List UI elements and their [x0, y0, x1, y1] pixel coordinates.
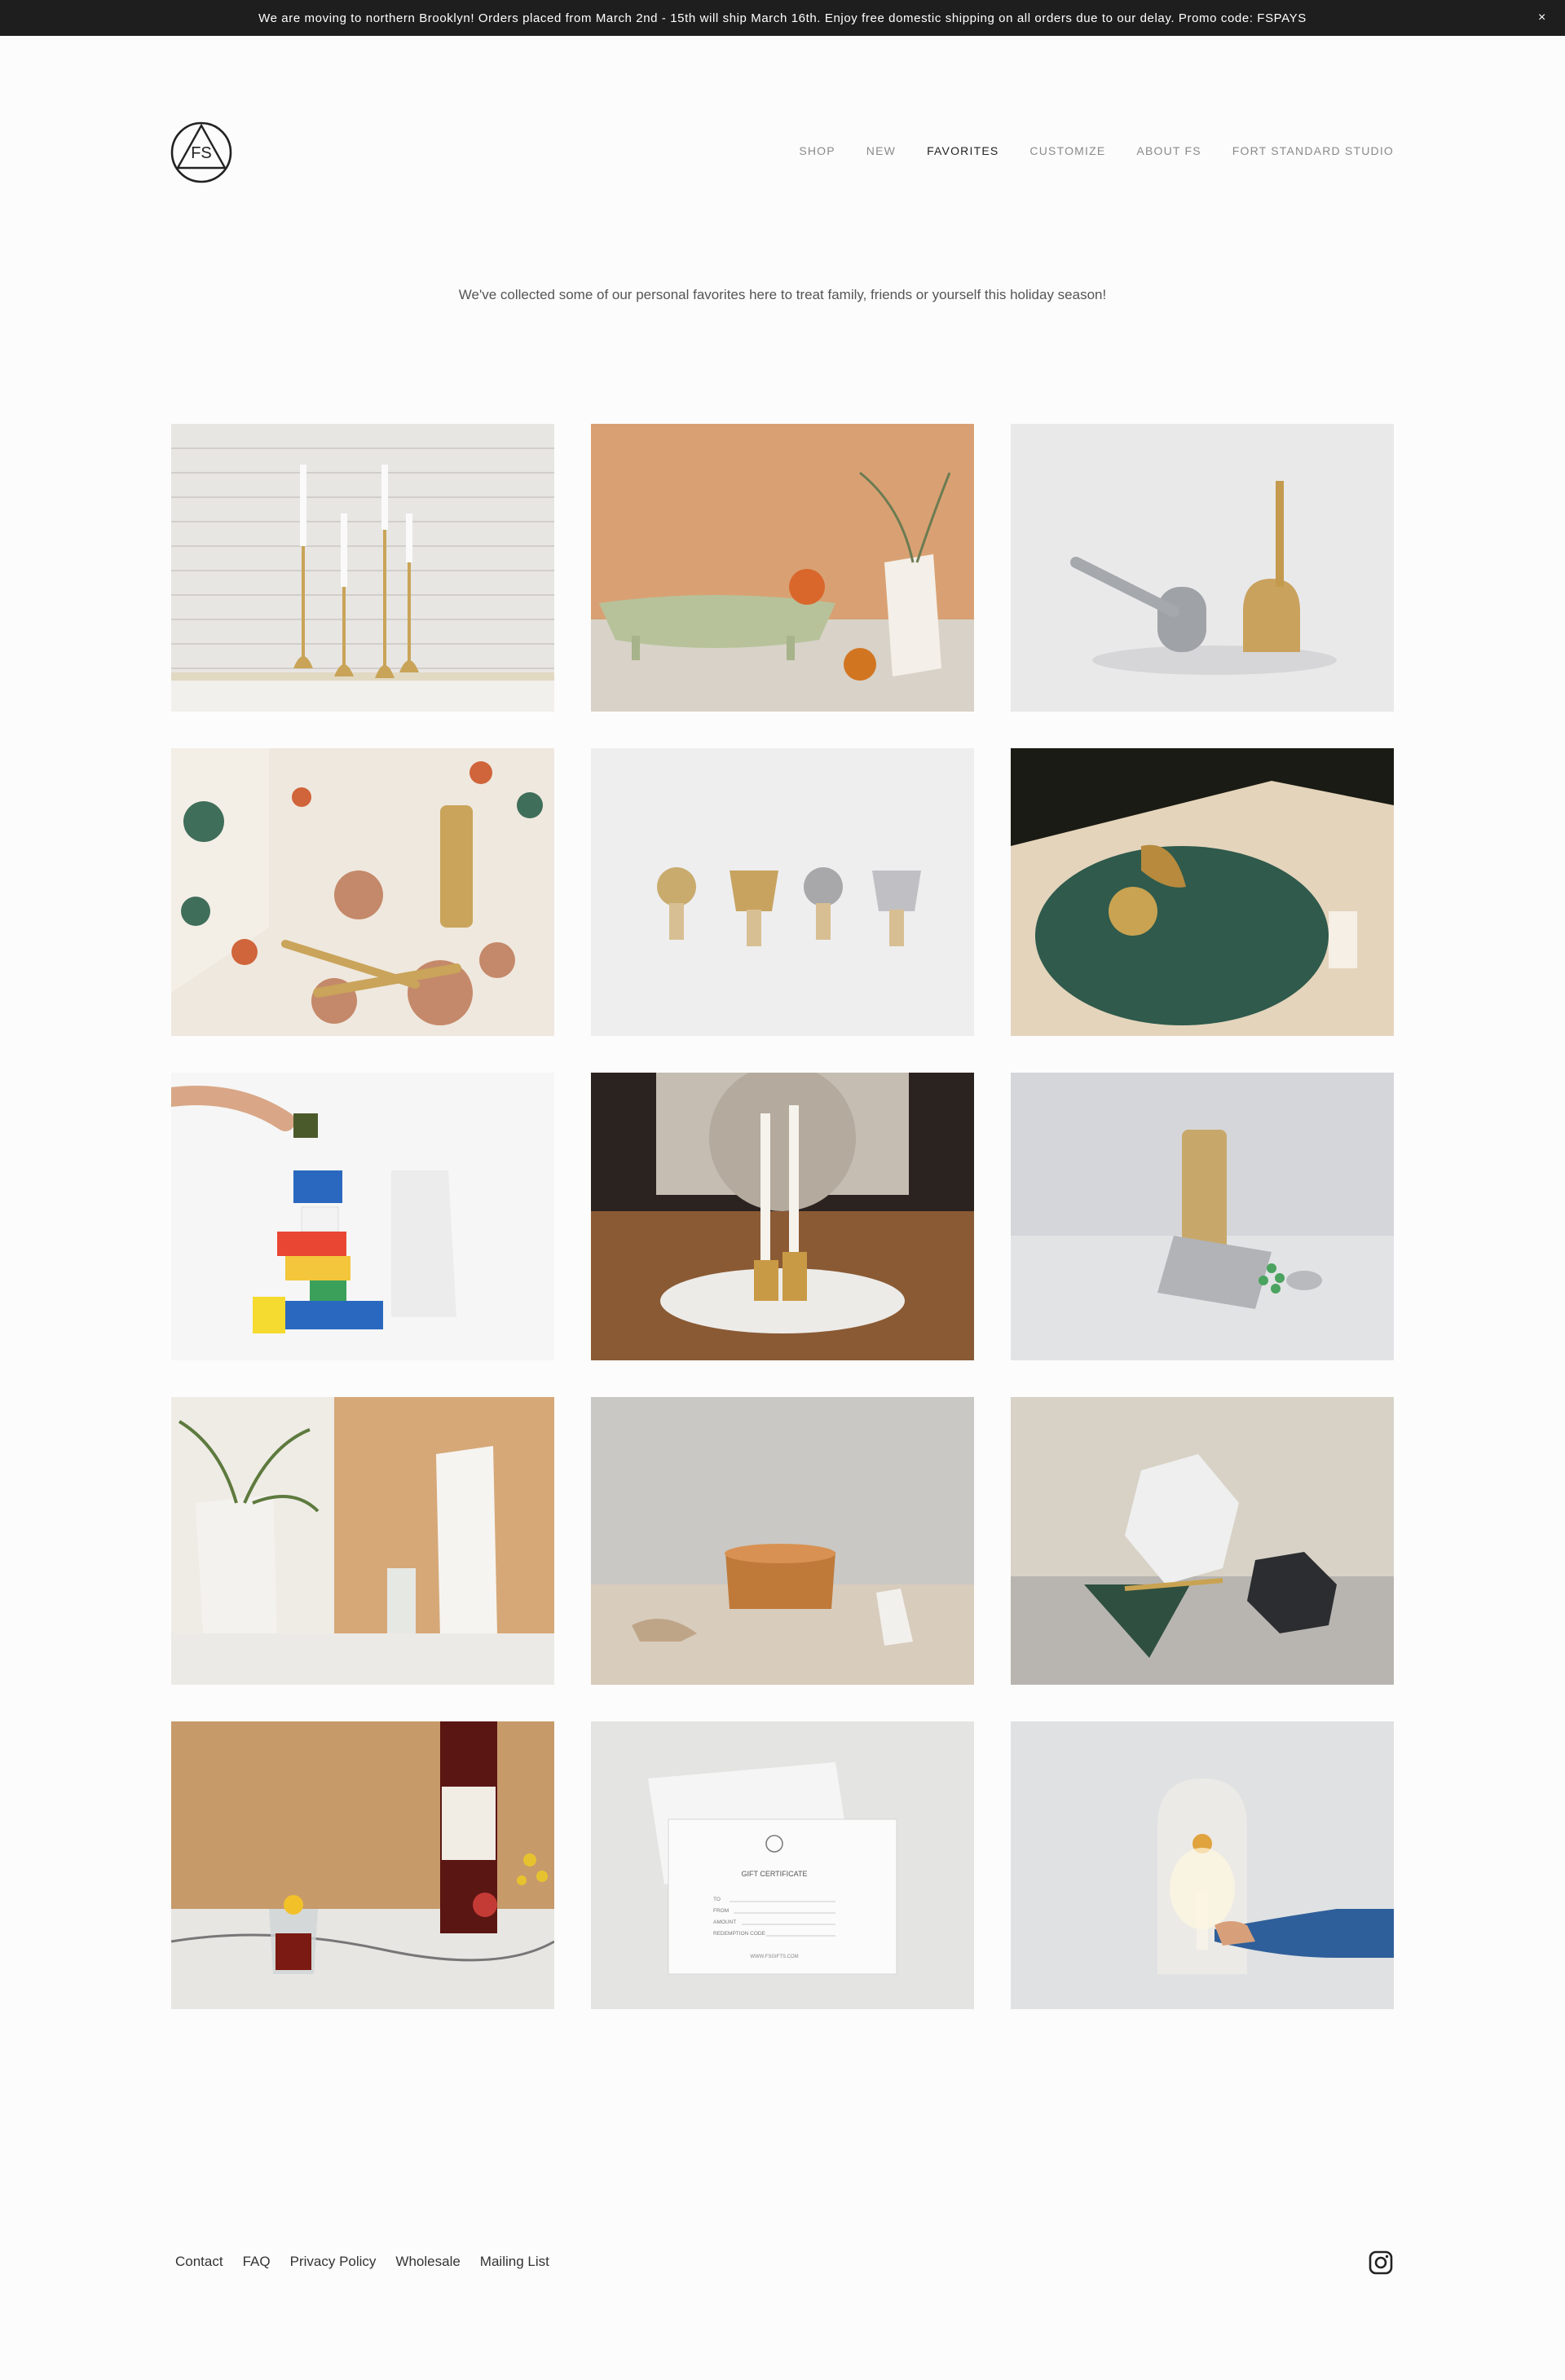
product-tile-marble-hexagons[interactable]: [1011, 1397, 1394, 1685]
nav-about-fs[interactable]: ABOUT FS: [1136, 144, 1201, 157]
product-image: [171, 424, 554, 712]
footer-link-privacy-policy[interactable]: Privacy Policy: [290, 2254, 377, 2270]
product-image: [1011, 1721, 1394, 2009]
product-tile-green-marble-tray[interactable]: [1011, 748, 1394, 1036]
product-image: [591, 1073, 974, 1360]
announcement-bar: We are moving to northern Brooklyn! Orde…: [0, 0, 1565, 36]
product-tile-wall-sconce[interactable]: [1011, 1721, 1394, 2009]
announcement-text: We are moving to northern Brooklyn! Orde…: [258, 11, 1307, 25]
gift-field-from: FROM: [713, 1908, 729, 1914]
product-tile-balancing-blocks[interactable]: [171, 1073, 554, 1360]
footer-link-contact[interactable]: Contact: [175, 2254, 223, 2270]
gift-field-redemption: REDEMPTION CODE: [713, 1931, 766, 1937]
product-image: [171, 1721, 554, 2009]
gift-certificate-url: WWW.FSGIFTS.COM: [750, 1955, 798, 1959]
product-tile-candle-holder[interactable]: [591, 1073, 974, 1360]
gift-field-to: TO: [713, 1897, 721, 1902]
nav-new[interactable]: NEW: [866, 144, 896, 157]
product-tile-amaro-bottle[interactable]: [171, 1721, 554, 2009]
nav-favorites[interactable]: FAVORITES: [927, 144, 999, 157]
nav-customize[interactable]: CUSTOMIZE: [1029, 144, 1105, 157]
intro-text: We've collected some of our personal fav…: [458, 287, 1107, 302]
product-image: [591, 748, 974, 1036]
nav-shop[interactable]: SHOP: [799, 144, 835, 157]
main-nav: SHOP NEW FAVORITES CUSTOMIZE ABOUT FS FO…: [799, 144, 1394, 157]
footer-link-wholesale[interactable]: Wholesale: [395, 2254, 460, 2270]
product-grid: GIFT CERTIFICATE TO FROM AMOUNT REDEMPTI…: [171, 424, 1394, 2009]
product-image: [1011, 1073, 1394, 1360]
product-image: [171, 748, 554, 1036]
product-tile-bottle-stoppers[interactable]: [591, 748, 974, 1036]
instagram-icon[interactable]: [1369, 2250, 1393, 2275]
product-tile-white-vases[interactable]: [171, 1397, 554, 1685]
product-image: [1011, 748, 1394, 1036]
nav-fort-standard-studio[interactable]: FORT STANDARD STUDIO: [1232, 144, 1394, 157]
footer-links: Contact FAQ Privacy Policy Wholesale Mai…: [175, 2254, 549, 2270]
footer-link-faq[interactable]: FAQ: [243, 2254, 271, 2270]
product-image: [1011, 1397, 1394, 1685]
gift-field-amount: AMOUNT: [713, 1919, 736, 1925]
product-tile-copper-bowl[interactable]: [591, 1397, 974, 1685]
product-image: [1011, 424, 1394, 712]
product-image: [591, 424, 974, 712]
product-tile-brass-candlesticks[interactable]: [171, 424, 554, 712]
gift-certificate-title: GIFT CERTIFICATE: [741, 1870, 807, 1878]
logo-text: FS: [191, 144, 212, 162]
product-tile-match-cylinders[interactable]: [1011, 1073, 1394, 1360]
close-icon[interactable]: ×: [1532, 0, 1552, 36]
product-image: GIFT CERTIFICATE TO FROM AMOUNT REDEMPTI…: [591, 1721, 974, 2009]
product-image: [171, 1073, 554, 1360]
product-tile-green-tray[interactable]: [591, 424, 974, 712]
product-tile-gift-certificate[interactable]: GIFT CERTIFICATE TO FROM AMOUNT REDEMPTI…: [591, 1721, 974, 2009]
footer-link-mailing-list[interactable]: Mailing List: [480, 2254, 549, 2270]
product-image: [591, 1397, 974, 1685]
product-tile-aluminum-brass-tools[interactable]: [1011, 424, 1394, 712]
product-image: [171, 1397, 554, 1685]
product-tile-terrazzo-scene[interactable]: [171, 748, 554, 1036]
fs-logo-icon[interactable]: FS: [170, 121, 233, 184]
